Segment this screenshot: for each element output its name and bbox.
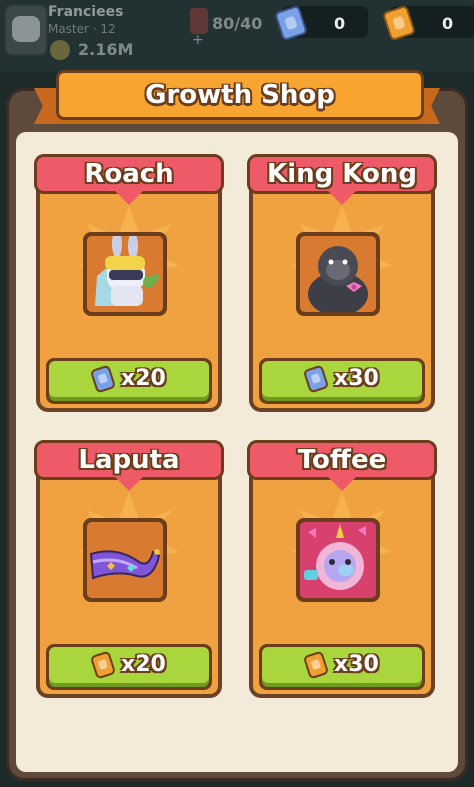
card-header: King Kong xyxy=(247,154,437,194)
gold-ticket-icon xyxy=(89,650,117,680)
toffee-portrait xyxy=(296,518,380,602)
gold-ticket-icon xyxy=(382,4,416,42)
king-kong-portrait xyxy=(296,232,380,316)
coin-icon xyxy=(50,40,70,60)
card-title: Toffee xyxy=(297,445,387,475)
roach-icon xyxy=(87,236,163,312)
shop-card-king-kong[interactable]: King Kong x30 xyxy=(247,154,437,412)
top-status-bar: Franciees Master · 12 2.16M 80/40 + 0 0 xyxy=(0,0,474,72)
laputa-portrait xyxy=(83,518,167,602)
add-energy-icon[interactable]: + xyxy=(192,32,204,48)
gold-ticket-value: 0 xyxy=(442,14,454,33)
card-header: Laputa xyxy=(34,440,224,480)
blue-ticket-icon xyxy=(274,4,308,42)
buy-king-kong-button[interactable]: x30 xyxy=(259,358,425,404)
shop-title: Growth Shop xyxy=(145,80,335,110)
energy-icon xyxy=(190,8,208,34)
magic-carpet-icon xyxy=(87,522,163,598)
gold-ticket-counter[interactable]: 0 xyxy=(382,4,474,42)
price-label: x20 xyxy=(121,652,166,677)
buy-laputa-button[interactable]: x20 xyxy=(46,644,212,690)
blue-ticket-icon xyxy=(89,364,117,394)
card-title: King Kong xyxy=(267,159,417,189)
avatar-face-icon xyxy=(12,16,40,42)
price-label: x30 xyxy=(334,366,379,391)
shop-title-ribbon: Growth Shop xyxy=(56,70,424,120)
card-title: Roach xyxy=(84,159,174,189)
energy-counter: 80/40 xyxy=(212,14,263,33)
player-rank: Master · 12 xyxy=(48,22,116,36)
roach-portrait xyxy=(83,232,167,316)
player-coins: 2.16M xyxy=(78,40,134,59)
unicorn-pinata-icon xyxy=(300,522,376,598)
gold-ticket-icon xyxy=(302,650,330,680)
blue-ticket-value: 0 xyxy=(334,14,346,33)
gorilla-icon xyxy=(300,236,376,312)
card-title: Laputa xyxy=(78,445,180,475)
buy-roach-button[interactable]: x20 xyxy=(46,358,212,404)
card-header: Toffee xyxy=(247,440,437,480)
shop-card-roach[interactable]: Roach x20 xyxy=(34,154,224,412)
shop-card-laputa[interactable]: Laputa x20 xyxy=(34,440,224,698)
price-label: x30 xyxy=(334,652,379,677)
buy-toffee-button[interactable]: x30 xyxy=(259,644,425,690)
player-avatar[interactable] xyxy=(4,4,48,56)
shop-card-toffee[interactable]: Toffee x30 xyxy=(247,440,437,698)
blue-ticket-icon xyxy=(302,364,330,394)
card-header: Roach xyxy=(34,154,224,194)
blue-ticket-counter[interactable]: 0 xyxy=(274,4,368,42)
player-name: Franciees xyxy=(48,4,124,20)
price-label: x20 xyxy=(121,366,166,391)
